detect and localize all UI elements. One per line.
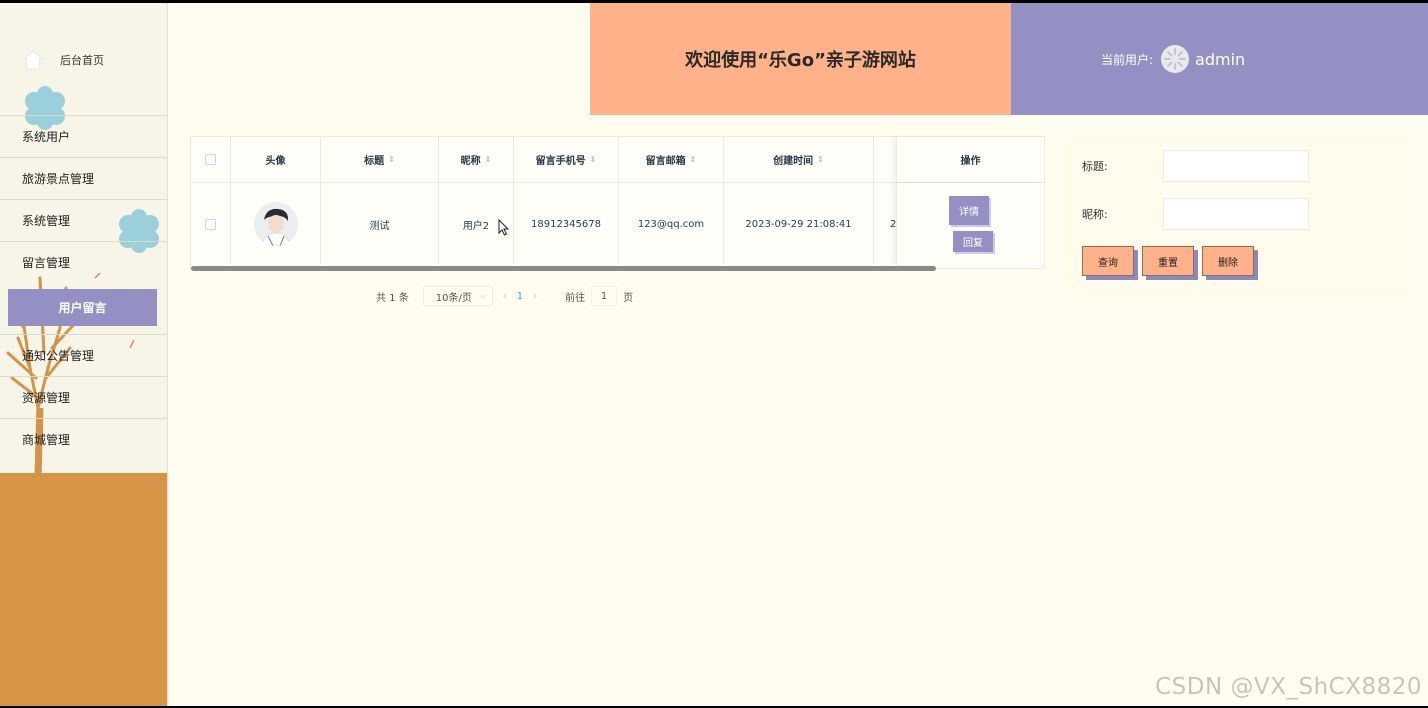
column-header-label: 操作 [960, 156, 981, 167]
sidebar-ground-decoration [0, 473, 167, 706]
page-number-current[interactable]: 1 [517, 291, 523, 302]
sidebar-item-scenic-spots[interactable]: 旅游景点管理 [0, 157, 167, 199]
select-all-checkbox[interactable] [205, 154, 216, 165]
column-header-label: 昵称 [460, 156, 481, 167]
email-cell: 123@qq.com [619, 183, 724, 265]
cell-value: 2023-09-29 21:08:41 [745, 218, 852, 230]
page-size-select[interactable]: 10条/页 ⌵ [422, 286, 493, 306]
pagination: 共 1 条 10条/页 ⌵ ‹ 1 › 前往 1 页 [376, 286, 633, 306]
current-user-panel: 当前用户: admin [1011, 3, 1428, 115]
column-header-label: 留言手机号 [535, 156, 586, 167]
cell-value: 测试 [369, 220, 390, 232]
current-user-label: 当前用户: [1101, 52, 1154, 67]
column-header-title[interactable]: 标题 ⇕ [321, 137, 439, 182]
sidebar-item-label: 后台首页 [60, 54, 104, 67]
hidden-column-cell: 2 [874, 183, 896, 265]
user-avatar[interactable] [1161, 45, 1190, 73]
sort-icon[interactable]: ⇕ [485, 155, 492, 164]
table-row: 测试 用户2 18912345678 123@qq.com 2023-09-29… [191, 183, 1044, 265]
messages-table: 头像 标题 ⇕ 昵称 ⇕ 留言手机号 ⇕ 留言邮箱 ⇕ 创建时间 ⇕ 操作 测试… [190, 136, 1045, 271]
table-header-row: 头像 标题 ⇕ 昵称 ⇕ 留言手机号 ⇕ 留言邮箱 ⇕ 创建时间 ⇕ 操作 [191, 137, 1044, 183]
sidebar-item-system-management[interactable]: 系统管理 [0, 199, 167, 241]
detail-button[interactable]: 详情 [949, 196, 989, 225]
column-header-email[interactable]: 留言邮箱 ⇕ [619, 137, 724, 182]
query-button[interactable]: 查询 [1082, 246, 1134, 276]
user-avatar-image[interactable] [253, 202, 298, 246]
header-spacer [168, 3, 590, 115]
current-username: admin [1195, 49, 1246, 69]
sidebar-item-label: 系统管理 [22, 214, 71, 228]
actions-cell: 详情 回复 [896, 183, 1044, 265]
column-header-label: 创建时间 [773, 156, 814, 167]
title-cell: 测试 [321, 183, 439, 265]
sidebar-item-home[interactable]: 后台首页 [22, 45, 104, 75]
page-size-value: 10条/页 [435, 292, 472, 304]
cell-value: 123@qq.com [637, 218, 705, 230]
column-header-hidden [874, 137, 896, 182]
sort-icon[interactable]: ⇕ [388, 155, 395, 164]
next-page-button[interactable]: › [533, 291, 537, 302]
sidebar-item-label: 留言管理 [22, 256, 71, 270]
sidebar-item-label: 通知公告管理 [22, 349, 95, 363]
reset-button[interactable]: 重置 [1142, 246, 1194, 276]
title-filter-label: 标题: [1082, 160, 1108, 173]
sidebar-subitem-user-messages[interactable]: 用户留言 [8, 289, 157, 326]
phone-cell: 18912345678 [514, 183, 619, 265]
home-icon [22, 50, 44, 70]
site-title-text: 欢迎使用“乐Go”亲子游网站 [685, 50, 916, 71]
created-cell: 2023-09-29 21:08:41 [724, 183, 874, 265]
search-panel: 标题: 昵称: 查询 重置 删除 [1064, 136, 1412, 296]
goto-page-input[interactable]: 1 [591, 286, 618, 306]
title-filter-input[interactable] [1163, 150, 1309, 182]
horizontal-scrollbar[interactable] [191, 266, 936, 271]
column-header-avatar: 头像 [231, 137, 321, 182]
sort-icon[interactable]: ⇕ [690, 155, 697, 164]
sidebar-item-notices[interactable]: 通知公告管理 [0, 334, 167, 376]
watermark: CSDN @VX_ShCX8820 [1155, 674, 1422, 700]
row-checkbox[interactable] [205, 218, 216, 230]
sidebar-item-label: 商城管理 [22, 433, 71, 447]
column-header-phone[interactable]: 留言手机号 ⇕ [514, 137, 619, 182]
column-header-nickname[interactable]: 昵称 ⇕ [439, 137, 514, 182]
page-suffix-label: 页 [623, 292, 634, 304]
column-header-label: 标题 [364, 156, 385, 167]
sidebar-item-label: 资源管理 [22, 391, 71, 405]
sidebar-subitem-label: 用户留言 [58, 301, 107, 315]
column-header-actions: 操作 [896, 137, 1044, 182]
sidebar-item-mall[interactable]: 商城管理 [0, 418, 167, 460]
app-frame: 后台首页 系统用户 旅游景点管理 系统管理 留言管理 用户留言 通知公告管理 资… [0, 3, 1428, 706]
pagination-total: 共 1 条 [376, 292, 409, 304]
column-header-label: 留言邮箱 [645, 156, 686, 167]
reply-button[interactable]: 回复 [953, 231, 993, 252]
sidebar: 后台首页 系统用户 旅游景点管理 系统管理 留言管理 用户留言 通知公告管理 资… [0, 3, 168, 706]
site-title: 欢迎使用“乐Go”亲子游网站 [590, 3, 1011, 115]
loading-avatar-icon [1164, 48, 1187, 70]
sidebar-item-resources[interactable]: 资源管理 [0, 376, 167, 418]
column-header-label: 头像 [265, 156, 286, 167]
sidebar-item-label: 旅游景点管理 [22, 172, 95, 186]
delete-button[interactable]: 删除 [1202, 246, 1254, 276]
sidebar-item-messages[interactable]: 留言管理 [0, 241, 167, 283]
avatar-cell [231, 183, 321, 265]
chevron-down-icon: ⌵ [479, 291, 486, 300]
prev-page-button[interactable]: ‹ [503, 291, 507, 302]
goto-label: 前往 [565, 292, 586, 304]
select-all-cell [191, 137, 231, 182]
row-select-cell [191, 183, 231, 265]
sidebar-item-label: 系统用户 [22, 130, 71, 144]
column-header-created[interactable]: 创建时间 ⇕ [724, 137, 874, 182]
sort-icon[interactable]: ⇕ [817, 155, 824, 164]
mouse-cursor-icon [498, 219, 510, 236]
cell-value: 用户2 [462, 220, 490, 232]
nickname-filter-input[interactable] [1163, 198, 1309, 230]
sort-icon[interactable]: ⇕ [590, 155, 597, 164]
person-photo [253, 202, 298, 246]
cell-value: 18912345678 [531, 218, 601, 230]
nickname-filter-label: 昵称: [1082, 208, 1108, 221]
sidebar-item-system-users[interactable]: 系统用户 [0, 115, 167, 157]
